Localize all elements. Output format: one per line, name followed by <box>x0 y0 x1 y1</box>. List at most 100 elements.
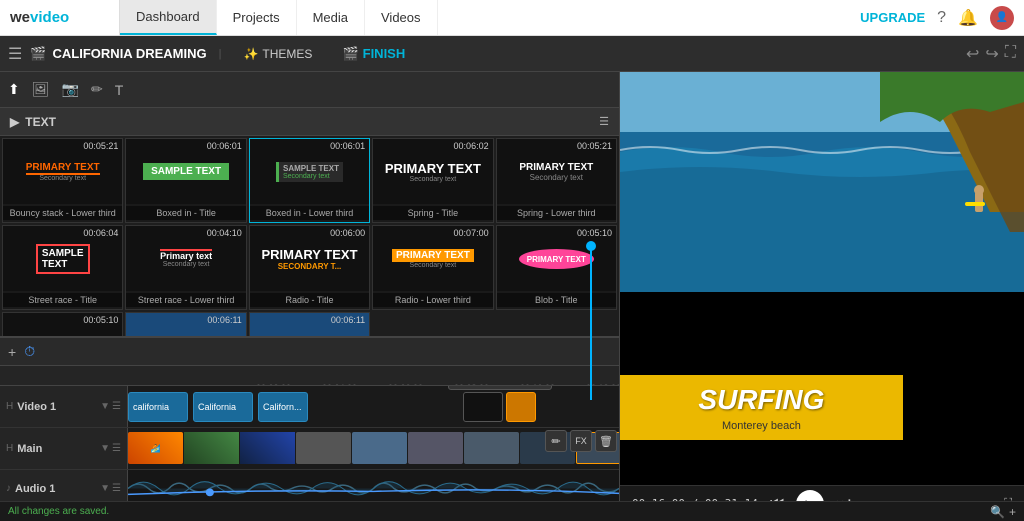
item-3-time: 00:06:01 <box>330 141 365 151</box>
editor-toolbar: ☰ 🎬 CALIFORNIA DREAMING | ✨ THEMES 🎬 FIN… <box>0 36 1024 72</box>
text-item-blob-lower[interactable]: 00:05:10 PRIMARY TEXT Blob - Lower third <box>2 312 123 336</box>
main-clip-6[interactable] <box>408 432 463 464</box>
item-1-time: 00:05:21 <box>83 141 118 151</box>
spring-lower-sub: Secondary text <box>530 173 583 182</box>
boxed-title-box: SAMPLE TEXT <box>143 163 229 180</box>
text-item-glamour-lower[interactable]: 00:06:11 Primary text Secondary text Gla… <box>249 312 370 336</box>
main-clip-3[interactable] <box>240 432 295 464</box>
playhead-handle[interactable] <box>586 241 596 251</box>
surfing-text-overlay: SURFING Monterey beach <box>620 375 903 440</box>
clip-slides[interactable] <box>506 392 536 422</box>
edit-pencil-button[interactable]: ✏ <box>545 430 567 452</box>
right-panel: SURFING Monterey beach 00:16:00 / 00:31:… <box>620 72 1024 521</box>
radio-title-secondary: SECONDARY T... <box>278 262 342 271</box>
sidebar-media-icon[interactable]: 📷 <box>62 81 79 98</box>
nav-tab-videos[interactable]: Videos <box>365 0 438 35</box>
help-icon[interactable]: ? <box>937 9 946 27</box>
street-title-secondary: TEXT <box>42 259 84 270</box>
clip-dark-1[interactable] <box>463 392 503 422</box>
text-item-boxed-title[interactable]: 00:06:01 SAMPLE TEXT Boxed in - Title <box>125 138 246 223</box>
clip-edit-buttons: ✏ FX 🗑 <box>545 430 617 452</box>
item-10-time: 00:05:10 <box>577 228 612 238</box>
item-5-time: 00:05:21 <box>577 141 612 151</box>
fullscreen-button[interactable]: ⛶ <box>1005 44 1016 64</box>
main-settings-btn[interactable]: ☰ <box>112 443 121 454</box>
text-item-boxed-lower[interactable]: 00:06:01 SAMPLE TEXT Secondary text Boxe… <box>249 138 370 223</box>
main-track-name: Main <box>17 443 42 455</box>
text-item-glamour-title[interactable]: 00:06:11 PRIMARY TEXT Secondary text Gla… <box>125 312 246 336</box>
text-item-bouncy-lower[interactable]: 00:05:21 PRIMARY TEXT Secondary text Bou… <box>2 138 123 223</box>
video1-track: H Video 1 ▼ ☰ california California Cali… <box>0 386 619 428</box>
video1-track-controls: ▼ ☰ <box>100 401 121 412</box>
item-11-time: 00:05:10 <box>83 315 118 325</box>
audio1-track-name: Audio 1 <box>15 483 55 495</box>
zoom-controls: 🔍 + <box>990 505 1016 519</box>
finish-icon: 🎬 <box>342 46 358 62</box>
nav-tab-dashboard[interactable]: Dashboard <box>120 0 217 35</box>
menu-icon[interactable]: ☰ <box>8 44 22 64</box>
nav-tab-media[interactable]: Media <box>297 0 365 35</box>
glamour-lower-primary: Primary text <box>285 335 333 336</box>
timeline-toolbar: + ⏱ <box>0 338 619 366</box>
timeline-icon[interactable]: ⏱ <box>24 343 35 360</box>
add-track-button[interactable]: + <box>8 344 16 360</box>
item-2-time: 00:06:01 <box>207 141 242 151</box>
surfing-subtitle: Monterey beach <box>722 420 801 432</box>
main-clip-2[interactable] <box>184 432 239 464</box>
avatar-icon[interactable]: 👤 <box>990 6 1014 30</box>
sidebar-edit-icon[interactable]: ✏ <box>91 81 103 98</box>
nav-tab-projects[interactable]: Projects <box>217 0 297 35</box>
logo-we-text: we <box>10 9 30 26</box>
edit-fx-button[interactable]: FX <box>570 430 592 452</box>
project-icon: 🎬 <box>30 46 46 62</box>
text-item-radio-title[interactable]: 00:06:00 PRIMARY TEXT SECONDARY T... Rad… <box>249 225 370 310</box>
main-clip-7[interactable] <box>464 432 519 464</box>
text-item-spring-title[interactable]: 00:06:02 PRIMARY TEXT Secondary text Spr… <box>372 138 493 223</box>
video1-track-header: H Video 1 ▼ ☰ <box>0 386 128 427</box>
redo-button[interactable]: ↪ <box>985 44 998 64</box>
edit-trash-button[interactable]: 🗑 <box>595 430 617 452</box>
main-clip-5[interactable] <box>352 432 407 464</box>
text-item-street-lower[interactable]: 00:04:10 Primary text Secondary text Str… <box>125 225 246 310</box>
clip-california-3[interactable]: Californ... <box>258 392 308 422</box>
item-3-label: Boxed in - Lower third <box>250 206 369 220</box>
main-track: H Main ▼ ☰ 🏄 <box>0 428 619 470</box>
finish-button[interactable]: 🎬 FINISH <box>330 42 417 66</box>
themes-button[interactable]: ✨ THEMES <box>233 43 322 65</box>
sidebar-text-icon[interactable]: T <box>115 82 124 98</box>
main-clip-4[interactable] <box>296 432 351 464</box>
text-item-blob-title[interactable]: 00:05:10 PRIMARY TEXT Blob - Title <box>496 225 617 310</box>
clip-california-2[interactable]: California <box>193 392 253 422</box>
spring-title-text: PRIMARY TEXT <box>385 161 481 176</box>
zoom-out-button[interactable]: 🔍 <box>990 505 1005 519</box>
text-item-spring-lower[interactable]: 00:05:21 PRIMARY TEXT Secondary text Spr… <box>496 138 617 223</box>
main-visibility-btn[interactable]: ▼ <box>100 443 110 454</box>
sidebar-upload-icon[interactable]: ⬆ <box>8 81 20 98</box>
main-track-controls: ▼ ☰ <box>100 443 121 454</box>
panel-header: ▶ TEXT ☰ <box>0 108 619 136</box>
video1-settings-btn[interactable]: ☰ <box>112 401 121 412</box>
notifications-icon[interactable]: 🔔 <box>958 8 978 28</box>
divider-1: | <box>219 48 222 60</box>
audio1-visibility-btn[interactable]: ▼ <box>100 483 110 494</box>
sidebar-image-icon[interactable]: 🖼 <box>32 81 50 98</box>
clip-california-1[interactable]: california <box>128 392 188 422</box>
item-4-label: Spring - Title <box>373 206 492 220</box>
street-title-primary: SAMPLE <box>42 248 84 259</box>
video1-visibility-btn[interactable]: ▼ <box>100 401 110 412</box>
main-clip-1[interactable]: 🏄 <box>128 432 183 464</box>
main-track-icon: H <box>6 443 13 454</box>
audio1-settings-btn[interactable]: ☰ <box>112 483 121 494</box>
blob-title-text: PRIMARY TEXT <box>527 255 586 264</box>
panel-expand-icon[interactable]: ▶ <box>10 115 19 129</box>
preview-background <box>620 72 1024 292</box>
undo-button[interactable]: ↩ <box>966 44 979 64</box>
upgrade-button[interactable]: UPGRADE <box>860 10 925 25</box>
text-item-street-title[interactable]: 00:06:04 SAMPLE TEXT Street race - Title <box>2 225 123 310</box>
item-5-label: Spring - Lower third <box>497 206 616 220</box>
text-item-radio-lower[interactable]: 00:07:00 PRIMARY TEXT Secondary text Rad… <box>372 225 493 310</box>
zoom-in-button[interactable]: + <box>1009 505 1016 519</box>
text-items-grid: 00:05:21 PRIMARY TEXT Secondary text Bou… <box>0 136 619 336</box>
panel-menu-icon[interactable]: ☰ <box>599 115 609 128</box>
item-1-label: Bouncy stack - Lower third <box>3 206 122 220</box>
